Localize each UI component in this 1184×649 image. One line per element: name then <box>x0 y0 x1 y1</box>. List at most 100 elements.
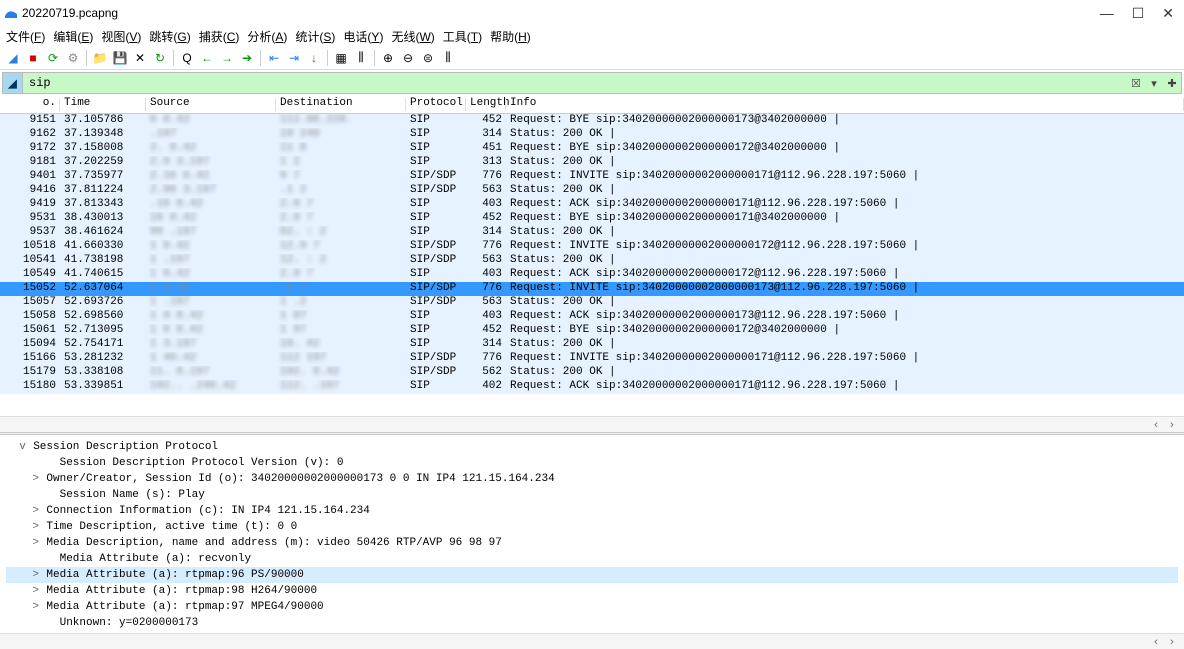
scroll-right-icon[interactable]: › <box>1164 636 1180 648</box>
table-row[interactable]: 1516653.2812321 40.42112 197SIP/SDP776Re… <box>0 352 1184 366</box>
table-row[interactable]: 1054141.738198 1 .19712. : 2SIP/SDP563St… <box>0 254 1184 268</box>
close-file-icon[interactable]: ✕ <box>131 49 149 67</box>
last-packet-icon[interactable]: ⇥ <box>285 49 303 67</box>
table-row[interactable]: 940137.7359772.16 0.42 9 7SIP/SDP776Requ… <box>0 170 1184 184</box>
table-row[interactable]: 918137.2022592.9 3.1971 2SIP313Status: 2… <box>0 156 1184 170</box>
table-row[interactable]: 916237.139348 .19719 240SIP314Status: 20… <box>0 128 1184 142</box>
separator <box>173 50 174 66</box>
reload-icon[interactable]: ↻ <box>151 49 169 67</box>
table-row[interactable]: 941637.8112242.96 3.197 .1 2SIP/SDP563St… <box>0 184 1184 198</box>
col-no[interactable]: o. <box>0 96 60 113</box>
detail-line[interactable]: Session Name (s): Play <box>6 487 1178 503</box>
find-icon[interactable]: Q <box>178 49 196 67</box>
save-file-icon[interactable]: 💾 <box>111 49 129 67</box>
window-title: 20220719.pcapng <box>22 6 1100 20</box>
menu-a[interactable]: 分析(A) <box>245 28 289 44</box>
zoom-reset-icon[interactable]: ⊜ <box>419 49 437 67</box>
table-row[interactable]: 915137.1057866 0.42112.96.228. SIP452Req… <box>0 114 1184 128</box>
title-bar: 20220719.pcapng — ☐ ✕ <box>0 0 1184 26</box>
toolbar: ◢ ■ ⟳ ⚙ 📁 💾 ✕ ↻ Q ← → ➔ ⇤ ⇥ ↓ ▦ ⫼ ⊕ ⊖ ⊜ … <box>0 46 1184 70</box>
menu-t[interactable]: 工具(T) <box>441 28 484 44</box>
menu-v[interactable]: 视图(V) <box>99 28 143 44</box>
horizontal-scrollbar-2[interactable]: ‹ › <box>0 633 1184 649</box>
separator <box>86 50 87 66</box>
table-row[interactable]: 917237.1580082. 0.4211 8SIP451Request: B… <box>0 142 1184 156</box>
filter-clear-icon[interactable]: ☒ <box>1127 73 1145 93</box>
detail-line[interactable]: >Connection Information (c): IN IP4 121.… <box>6 503 1178 519</box>
table-row[interactable]: 1054941.7406151 0.42 2.9 7SIP403Request:… <box>0 268 1184 282</box>
detail-line[interactable]: >Media Attribute (a): rtpmap:96 PS/90000 <box>6 567 1178 583</box>
table-row[interactable]: 1051841.660330 1 0.4212.9 7SIP/SDP776Req… <box>0 240 1184 254</box>
prev-icon[interactable]: ← <box>198 49 216 67</box>
scroll-right-icon[interactable]: › <box>1164 419 1180 431</box>
filter-add-icon[interactable]: ✚ <box>1163 73 1181 93</box>
menu-bar: 文件(F)编辑(E)视图(V)跳转(G) 捕获(C)分析(A)统计(S)电话(Y)… <box>0 26 1184 46</box>
packet-list-header[interactable]: o. Time Source Destination Protocol Leng… <box>0 96 1184 114</box>
maximize-button[interactable]: ☐ <box>1132 5 1145 22</box>
open-file-icon[interactable]: 📁 <box>91 49 109 67</box>
col-info[interactable]: Info <box>506 96 1184 113</box>
table-row[interactable]: 953738.461624 96 .197D2. : 2SIP314Status… <box>0 226 1184 240</box>
menu-h[interactable]: 帮助(H) <box>488 28 533 44</box>
scroll-left-icon[interactable]: ‹ <box>1148 419 1164 431</box>
table-row[interactable]: 941937.813343 .16 0.422.9 7SIP403Request… <box>0 198 1184 212</box>
detail-line[interactable]: >Media Description, name and address (m)… <box>6 535 1178 551</box>
restart-capture-icon[interactable]: ⟳ <box>44 49 62 67</box>
table-row[interactable]: 1518053.339851192.. .240.42112. .197SIP4… <box>0 380 1184 394</box>
table-row[interactable]: 1505852.6985601 0 0.42 1 07SIP403Request… <box>0 310 1184 324</box>
col-source[interactable]: Source <box>146 96 276 113</box>
detail-line[interactable]: Media Attribute (a): recvonly <box>6 551 1178 567</box>
jump-icon[interactable]: ➔ <box>238 49 256 67</box>
detail-line[interactable]: >Media Attribute (a): rtpmap:97 MPEG4/90… <box>6 599 1178 615</box>
menu-c[interactable]: 捕获(C) <box>197 28 242 44</box>
menu-y[interactable]: 电话(Y) <box>341 28 385 44</box>
wireshark-icon <box>4 6 18 20</box>
menu-e[interactable]: 编辑(E) <box>51 28 95 44</box>
table-row[interactable]: 1517953.33810811. 8.197192. 0.42SIP/SDP5… <box>0 366 1184 380</box>
window-buttons: — ☐ ✕ <box>1100 5 1180 22</box>
detail-line[interactable]: >Owner/Creator, Session Id (o): 34020000… <box>6 471 1178 487</box>
start-capture-icon[interactable]: ◢ <box>4 49 22 67</box>
close-button[interactable]: ✕ <box>1162 5 1174 22</box>
filter-dropdown-icon[interactable]: ▾ <box>1145 73 1163 93</box>
menu-g[interactable]: 跳转(G) <box>147 28 192 44</box>
resize-cols-icon[interactable]: ⫼ <box>352 49 370 67</box>
table-row[interactable]: 1509452.7541711 3.197 19. 42SIP314Status… <box>0 338 1184 352</box>
menu-s[interactable]: 统计(S) <box>293 28 337 44</box>
col-protocol[interactable]: Protocol <box>406 96 466 113</box>
next-icon[interactable]: → <box>218 49 236 67</box>
table-row[interactable]: 953138.430013 16 0.42 2.9 7SIP452Request… <box>0 212 1184 226</box>
separator <box>260 50 261 66</box>
col-length[interactable]: Length <box>466 96 506 113</box>
zoom-in-icon[interactable]: ⊕ <box>379 49 397 67</box>
colorize-icon[interactable]: ▦ <box>332 49 350 67</box>
display-filter-bar: ◢ ☒ ▾ ✚ <box>2 72 1182 94</box>
filter-bookmark-icon[interactable]: ◢ <box>3 73 23 93</box>
separator <box>374 50 375 66</box>
detail-line[interactable]: Unknown: y=0200000173 <box>6 615 1178 631</box>
packet-details-pane[interactable]: vSession Description Protocol Session De… <box>0 435 1184 633</box>
table-row[interactable]: 1506152.7130951 6 0.42 1 97SIP452Request… <box>0 324 1184 338</box>
columns-icon[interactable]: ⫼ <box>439 49 457 67</box>
zoom-out-icon[interactable]: ⊖ <box>399 49 417 67</box>
separator <box>327 50 328 66</box>
minimize-button[interactable]: — <box>1100 5 1114 22</box>
horizontal-scrollbar[interactable]: ‹ › <box>0 416 1184 432</box>
menu-w[interactable]: 无线(W) <box>389 28 436 44</box>
auto-scroll-icon[interactable]: ↓ <box>305 49 323 67</box>
scroll-left-icon[interactable]: ‹ <box>1148 636 1164 648</box>
table-row[interactable]: 1505252.6370641 0.42 .9 7SIP/SDP776Reque… <box>0 282 1184 296</box>
detail-line[interactable]: >Media Attribute (a): rtpmap:98 H264/900… <box>6 583 1178 599</box>
stop-capture-icon[interactable]: ■ <box>24 49 42 67</box>
detail-line[interactable]: Session Description Protocol Version (v)… <box>6 455 1178 471</box>
detail-line[interactable]: >Time Description, active time (t): 0 0 <box>6 519 1178 535</box>
table-row[interactable]: 1505752.6937261 .197 1 .2SIP/SDP563Statu… <box>0 296 1184 310</box>
first-packet-icon[interactable]: ⇤ <box>265 49 283 67</box>
display-filter-input[interactable] <box>23 73 1127 93</box>
menu-f[interactable]: 文件(F) <box>4 28 47 44</box>
detail-line[interactable]: vSession Description Protocol <box>6 439 1178 455</box>
col-time[interactable]: Time <box>60 96 146 113</box>
packet-list-pane[interactable]: o. Time Source Destination Protocol Leng… <box>0 96 1184 416</box>
capture-options-icon[interactable]: ⚙ <box>64 49 82 67</box>
col-destination[interactable]: Destination <box>276 96 406 113</box>
